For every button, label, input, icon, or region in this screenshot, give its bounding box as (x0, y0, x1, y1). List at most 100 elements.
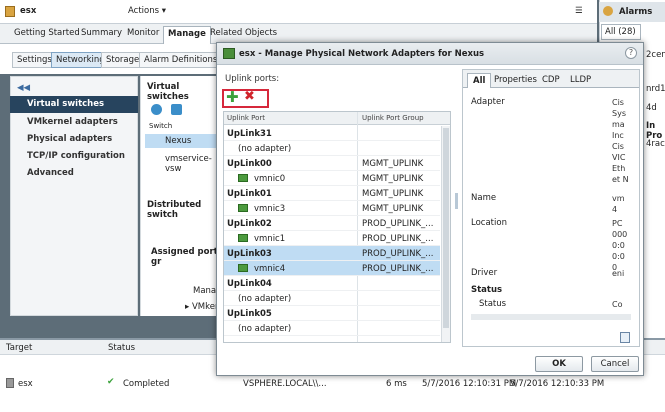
grid-scroll-thumb[interactable] (443, 128, 449, 328)
uplink-ports-grid: Uplink Port Uplink Port Group UpLink31 (n… (223, 111, 451, 343)
nic-icon (238, 204, 248, 212)
add-network-icon[interactable] (151, 104, 162, 115)
copy-icon[interactable] (620, 332, 630, 343)
col-uplink-port-group[interactable]: Uplink Port Group (362, 114, 424, 122)
tab-all[interactable]: All (467, 73, 492, 88)
uplink-port-group: PROD_UPLINK_... (362, 249, 434, 259)
nav-virtual-switches[interactable]: Virtual switches (27, 99, 104, 109)
uplink-row[interactable]: UpLink00 MGMT_UPLINK (224, 156, 440, 171)
detail-tabs: All Properties CDP LLDP (463, 70, 639, 88)
tasks-col-status[interactable]: Status (108, 343, 135, 353)
uplink-row[interactable]: UpLink04 (224, 276, 440, 291)
uplink-row[interactable]: UpLink05 (224, 306, 440, 321)
cancel-button[interactable]: Cancel (591, 356, 639, 372)
tab-properties[interactable]: Properties (489, 73, 542, 88)
add-adapter-icon[interactable]: ✚ (226, 90, 240, 105)
uplink-port-name: UpLink31 (227, 129, 272, 139)
nav-vmkernel-adapters[interactable]: VMkernel adapters (27, 117, 118, 127)
uplink-port-name: UpLink04 (227, 279, 272, 289)
uplink-port-name: UpLink01 (227, 189, 272, 199)
alarms-title: Alarms (619, 7, 653, 17)
center-panel: Virtual switches Switch Nexus vmservice-… (140, 76, 221, 316)
adapter-row[interactable]: (no adapter) (224, 291, 440, 306)
adapter-row[interactable]: (no adapter) (224, 321, 440, 336)
tab-manage[interactable]: Manage (163, 26, 211, 44)
dialog-titlebar: esx - Manage Physical Network Adapters f… (217, 43, 643, 65)
virtual-switches-heading: Virtual switches (147, 82, 189, 102)
adapter-row[interactable]: vmnic1 PROD_UPLINK_... (224, 231, 440, 246)
alarm-item-5[interactable]: 4rac (646, 139, 665, 149)
adapter-value: Cis Sys ma Inc Cis VIC Eth et N (612, 98, 629, 184)
bell-icon (603, 6, 613, 16)
adapter-name: (no adapter) (238, 324, 292, 334)
switch-row-nexus[interactable]: Nexus (165, 136, 191, 146)
host-icon (5, 6, 15, 17)
tab-related-objects[interactable]: Related Objects (210, 28, 277, 38)
task-initiator: VSPHERE.LOCAL\\... (243, 379, 327, 389)
tab-summary[interactable]: Summary (81, 28, 122, 38)
col-uplink-port[interactable]: Uplink Port (227, 114, 265, 122)
alarm-item-1[interactable]: 2cen (646, 50, 665, 60)
alarm-item-4[interactable]: In Pro (646, 121, 665, 141)
distributed-switch-label: Distributed switch (147, 200, 202, 220)
menu-icon[interactable]: ☰ (575, 6, 583, 16)
tab-monitor[interactable]: Monitor (127, 28, 159, 38)
network-adapter-icon (223, 48, 235, 59)
uplink-port-group: MGMT_UPLINK (362, 189, 424, 199)
location-label: Location (471, 218, 507, 228)
adapter-port-group: MGMT_UPLINK (362, 174, 424, 184)
adapter-row[interactable]: vmnic0 MGMT_UPLINK (224, 171, 440, 186)
adapter-name: vmnic0 (254, 174, 286, 184)
adapter-details-panel: All Properties CDP LLDP Adapter Cis Sys … (462, 69, 640, 347)
tab-getting-started[interactable]: Getting Started (14, 28, 80, 38)
adapter-port-group: PROD_UPLINK_... (362, 264, 434, 274)
nav-tcpip-configuration[interactable]: TCP/IP configuration (27, 151, 125, 161)
alarms-all-tab[interactable]: All (28) (601, 24, 641, 40)
tab-cdp[interactable]: CDP (537, 73, 565, 88)
uplink-ports-label: Uplink ports: (225, 74, 280, 84)
uplink-row[interactable]: UpLink01 MGMT_UPLINK (224, 186, 440, 201)
switch-row-vmservice[interactable]: vmservice-vsw (165, 154, 220, 174)
actions-menu[interactable]: Actions ▾ (128, 6, 166, 16)
top-bar: esx Actions ▾ ☰ (0, 0, 597, 24)
status-section-header: Status (471, 285, 503, 295)
nic-icon (238, 234, 248, 242)
tasks-col-target[interactable]: Target (6, 343, 32, 353)
uplink-row[interactable]: UpLink31 (224, 126, 440, 141)
uplink-row[interactable]: UpLink03 PROD_UPLINK_... (224, 246, 440, 261)
nav-advanced[interactable]: Advanced (27, 168, 74, 178)
alarm-item-2[interactable]: nrd1_1 (646, 84, 665, 94)
uplink-row[interactable]: UpLink02 PROD_UPLINK_... (224, 216, 440, 231)
task-status: Completed (123, 379, 170, 389)
uplink-port-group: MGMT_UPLINK (362, 159, 424, 169)
subtab-storage[interactable]: Storage (101, 52, 145, 68)
name-label: Name (471, 193, 497, 203)
help-icon[interactable]: ? (625, 47, 637, 59)
status-label: Status (479, 299, 507, 309)
details-h-scrollbar[interactable] (471, 314, 631, 320)
assigned-port-group-label: Assigned port gr (151, 247, 218, 267)
adapter-row[interactable]: vmnic4 PROD_UPLINK_... (224, 261, 440, 276)
adapter-port-group: MGMT_UPLINK (362, 204, 424, 214)
tab-lldp[interactable]: LLDP (565, 73, 596, 88)
uplink-port-name: UpLink00 (227, 159, 272, 169)
task-target[interactable]: esx (18, 379, 33, 389)
alarm-item-3[interactable]: 4d (646, 103, 657, 113)
dialog-title: esx - Manage Physical Network Adapters f… (239, 49, 485, 59)
adapter-name: (no adapter) (238, 294, 292, 304)
adapter-name: vmnic1 (254, 234, 286, 244)
adapter-row[interactable]: (no adapter) (224, 141, 440, 156)
collapse-icon[interactable]: ◀◀ (17, 83, 30, 93)
task-duration: 6 ms (386, 379, 407, 389)
vmkernel-label: ▸ VMker (185, 302, 219, 312)
adapter-row[interactable]: vmnic3 MGMT_UPLINK (224, 201, 440, 216)
subtab-alarm-definitions[interactable]: Alarm Definitions (139, 52, 223, 68)
panel-splitter[interactable] (455, 193, 458, 209)
nic-icon (238, 174, 248, 182)
refresh-icon[interactable] (171, 104, 182, 115)
nav-physical-adapters[interactable]: Physical adapters (27, 134, 112, 144)
switch-col-header: Switch (149, 122, 173, 130)
remove-adapter-icon[interactable]: ✖ (244, 90, 258, 104)
ok-button[interactable]: OK (535, 356, 583, 372)
task-start-time: 5/7/2016 12:10:31 PM (422, 379, 517, 389)
